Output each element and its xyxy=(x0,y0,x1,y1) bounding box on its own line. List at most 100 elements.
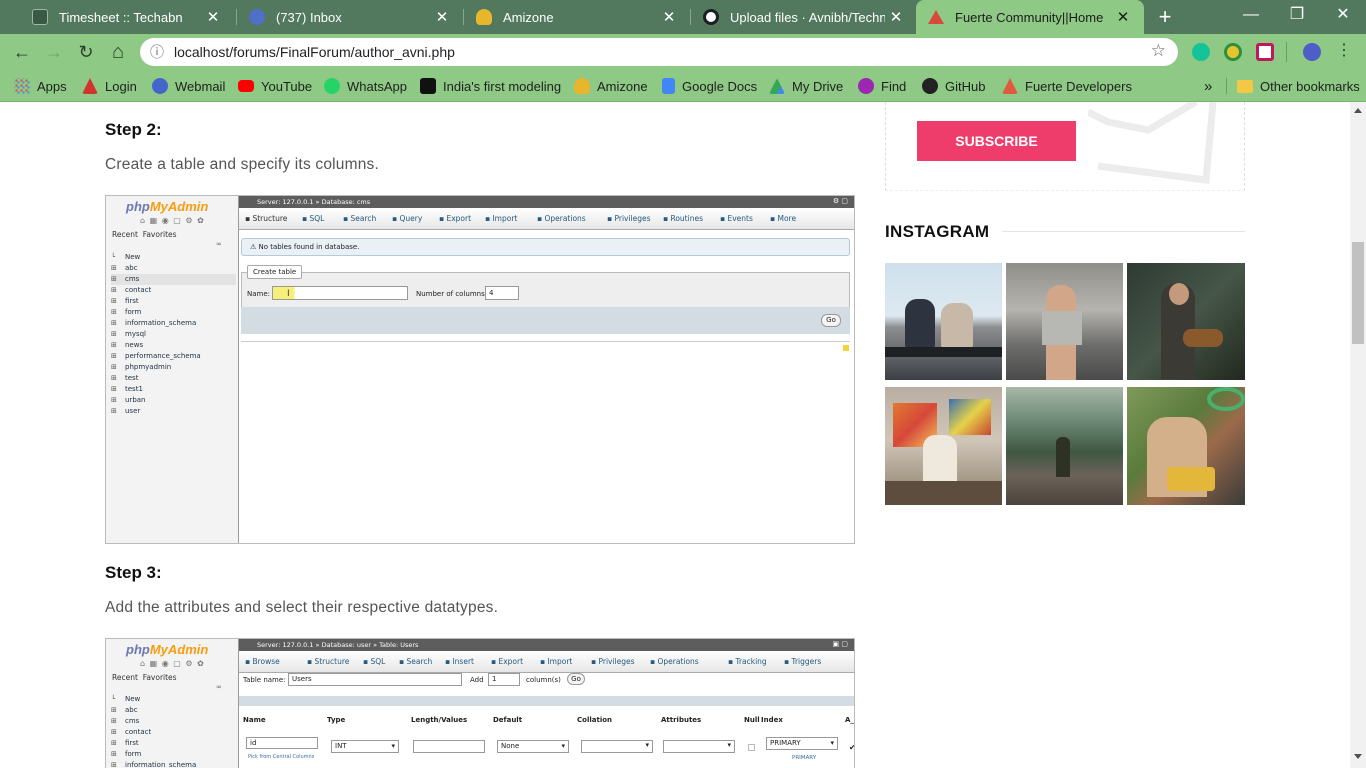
pma-tree-item[interactable]: ⊞ performance_schema xyxy=(111,351,236,362)
address-bar[interactable]: ⓘ localhost/forums/FinalForum/author_avn… xyxy=(140,38,1178,66)
woman-stretching-photo[interactable] xyxy=(1006,263,1123,380)
pma-tree-item[interactable]: ⊞ contact xyxy=(111,727,236,738)
expand-icon[interactable]: ⊞ xyxy=(111,716,125,727)
pma-tab-export[interactable]: ▪ Export xyxy=(439,214,471,223)
pma-tab-routines[interactable]: ▪ Routines xyxy=(663,214,703,223)
pma-tab-structure[interactable]: ▪ Structure xyxy=(307,657,349,666)
pma-tab-export[interactable]: ▪ Export xyxy=(491,657,523,666)
tab-close-icon[interactable]: ✕ xyxy=(658,8,680,26)
guitarist-photo[interactable] xyxy=(1127,263,1245,380)
hiker-coast-photo[interactable] xyxy=(1006,387,1123,505)
pma-attributes-select[interactable]: ▾ xyxy=(663,740,735,753)
pma-tab-more[interactable]: ▪ More xyxy=(770,214,796,223)
home-button[interactable]: ⌂ xyxy=(104,38,132,66)
pma-central-columns-link[interactable]: Pick from Central Columns xyxy=(248,754,314,760)
bookmark-login[interactable]: Login xyxy=(82,76,137,96)
pma-tree-item[interactable]: ⊞ user xyxy=(111,406,236,417)
pma-length-input[interactable] xyxy=(413,740,485,753)
pma-tree-item[interactable]: ⊞ information_schema xyxy=(111,318,236,329)
url-text[interactable]: localhost/forums/FinalForum/author_avni.… xyxy=(174,44,455,60)
grammarly-extension-icon[interactable] xyxy=(1192,43,1210,61)
expand-icon[interactable]: ⊞ xyxy=(111,274,125,285)
pma-tab-search[interactable]: ▪ Search xyxy=(399,657,432,666)
expand-icon[interactable]: ⊞ xyxy=(111,373,125,384)
expand-icon[interactable]: ⊞ xyxy=(111,406,125,417)
pma-tree-item[interactable]: └ New xyxy=(111,252,236,263)
pma-collation-select[interactable]: ▾ xyxy=(581,740,653,753)
bookmark-find[interactable]: Find xyxy=(858,76,906,96)
pma-index-select[interactable]: PRIMARY ▾ xyxy=(766,737,838,750)
expand-icon[interactable]: ⊞ xyxy=(111,263,125,274)
expand-icon[interactable]: ⊞ xyxy=(111,362,125,373)
bookmark-whatsapp[interactable]: WhatsApp xyxy=(324,76,407,96)
tab-close-icon[interactable]: ✕ xyxy=(202,8,224,26)
expand-icon[interactable]: ⊞ xyxy=(111,329,125,340)
expand-icon[interactable]: ⊞ xyxy=(111,307,125,318)
new-db-icon[interactable]: └ xyxy=(111,694,125,705)
scroll-up-icon[interactable] xyxy=(1354,108,1362,113)
pma-tab-events[interactable]: ▪ Events xyxy=(720,214,753,223)
tab-close-icon[interactable]: ✕ xyxy=(885,8,907,26)
expand-icon[interactable]: ⊞ xyxy=(111,395,125,406)
expand-icon[interactable]: ⊞ xyxy=(111,318,125,329)
pma-null-checkbox[interactable] xyxy=(748,744,755,751)
pma-tree-item[interactable]: ⊞ urban xyxy=(111,395,236,406)
bookmark-youtube[interactable]: YouTube xyxy=(238,76,312,96)
pma-tree-item[interactable]: ⊞ form xyxy=(111,749,236,760)
other-bookmarks[interactable]: Other bookmarks xyxy=(1237,76,1360,96)
bookmark-google-docs[interactable]: Google Docs xyxy=(662,76,757,96)
pma-tab-privileges[interactable]: ▪ Privileges xyxy=(607,214,651,223)
back-button[interactable]: ← xyxy=(8,38,36,66)
pocket-extension-icon[interactable] xyxy=(1256,43,1274,61)
bookmark-amizone[interactable]: Amizone xyxy=(574,76,648,96)
bookmark-modeling[interactable]: India's first modeling xyxy=(420,76,561,96)
pma-tab-tracking[interactable]: ▪ Tracking xyxy=(728,657,767,666)
pma-tree-item[interactable]: ⊞ phpmyadmin xyxy=(111,362,236,373)
subscribe-button[interactable]: SUBSCRIBE xyxy=(917,121,1076,161)
bookmark-github[interactable]: GitHub xyxy=(922,76,985,96)
pma-tree-item[interactable]: └ New xyxy=(111,694,236,705)
window-close-button[interactable]: ✕ xyxy=(1320,0,1366,30)
pma-tree-item[interactable]: ⊞ test xyxy=(111,373,236,384)
pma-tree-item[interactable]: ⊞ test1 xyxy=(111,384,236,395)
bookmark-apps[interactable]: Apps xyxy=(14,76,67,96)
pma-type-select[interactable]: INT ▾ xyxy=(331,740,399,753)
tab-fuerte-community[interactable]: Fuerte Community||Home ✕ xyxy=(916,0,1144,34)
pma-table-name-input[interactable]: Users xyxy=(288,673,462,686)
pma-tab-sql[interactable]: ▪ SQL xyxy=(302,214,324,223)
pma-tab-operations[interactable]: ▪ Operations xyxy=(650,657,699,666)
pma-tree-item[interactable]: ⊞ form xyxy=(111,307,236,318)
reload-button[interactable]: ↻ xyxy=(72,38,100,66)
pma-name-input[interactable] xyxy=(272,286,408,300)
pma-tree-item[interactable]: ⊞ abc xyxy=(111,705,236,716)
pma-tab-import[interactable]: ▪ Import xyxy=(540,657,572,666)
pma-tab-insert[interactable]: ▪ Insert xyxy=(445,657,474,666)
expand-icon[interactable]: ⊞ xyxy=(111,285,125,296)
bookmark-fuerte-developers[interactable]: Fuerte Developers xyxy=(1002,76,1132,96)
headphones-bench-photo[interactable] xyxy=(1127,387,1245,505)
pma-tab-privileges[interactable]: ▪ Privileges xyxy=(591,657,635,666)
scroll-down-icon[interactable] xyxy=(1354,754,1362,759)
pma-go-button[interactable]: Go xyxy=(567,673,585,685)
maximize-button[interactable]: ❐ xyxy=(1274,0,1320,30)
expand-icon[interactable]: ⊞ xyxy=(111,705,125,716)
info-icon[interactable]: ⓘ xyxy=(140,42,174,62)
expand-icon[interactable]: ⊞ xyxy=(111,760,125,768)
pma-columns-input[interactable]: 4 xyxy=(485,286,519,300)
tab-close-icon[interactable]: ✕ xyxy=(431,8,453,26)
pma-tree-item[interactable]: ⊞ cms xyxy=(111,716,236,727)
expand-icon[interactable]: ⊞ xyxy=(111,296,125,307)
pma-tree-item[interactable]: ⊞ abc xyxy=(111,263,236,274)
pma-tab-triggers[interactable]: ▪ Triggers xyxy=(784,657,821,666)
pma-tree-item[interactable]: ⊞ news xyxy=(111,340,236,351)
tab-timesheet[interactable]: Timesheet :: Techabn ✕ xyxy=(20,0,234,34)
tab-close-icon[interactable]: ✕ xyxy=(1112,8,1134,26)
pma-tab-import[interactable]: ▪ Import xyxy=(485,214,517,223)
tab-amizone[interactable]: Amizone ✕ xyxy=(464,0,690,34)
bookmark-star-icon[interactable]: ☆ xyxy=(1151,41,1166,61)
bookmark-my-drive[interactable]: My Drive xyxy=(769,76,843,96)
painter-photo[interactable] xyxy=(885,387,1002,505)
expand-icon[interactable]: ⊞ xyxy=(111,749,125,760)
expand-icon[interactable]: ⊞ xyxy=(111,727,125,738)
pma-tree-item[interactable]: ⊞ mysql xyxy=(111,329,236,340)
